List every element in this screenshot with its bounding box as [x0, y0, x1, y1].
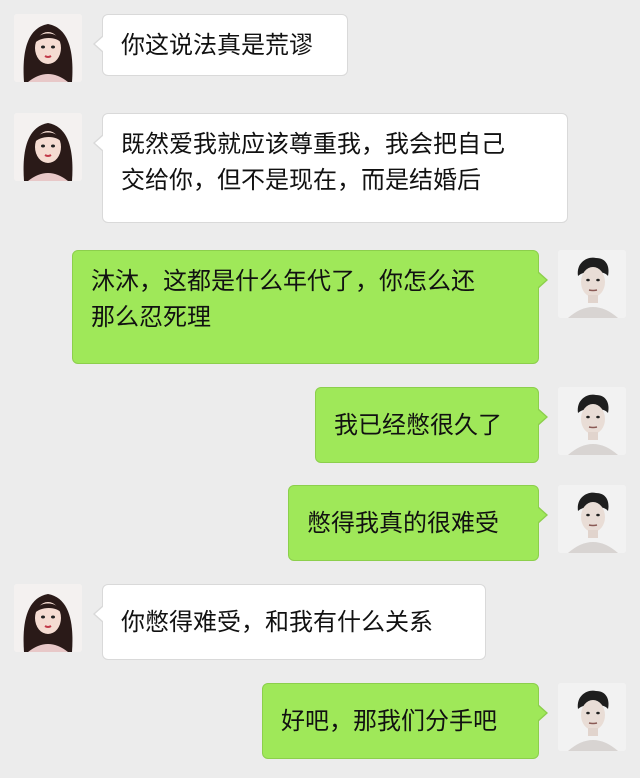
female-avatar[interactable]: [14, 584, 82, 652]
message-sent: 沐沐，这都是什么年代了，你怎么还 那么忍死理: [0, 250, 640, 364]
male-avatar[interactable]: [558, 387, 626, 455]
message-received: 既然爱我就应该尊重我，我会把自己 交给你，但不是现在，而是结婚后: [0, 113, 640, 225]
chat-area: 你这说法真是荒谬 既然爱我就应该尊重我，我会把自己 交给你，但不是现在，而是结婚…: [0, 0, 640, 778]
chat-bubble[interactable]: 你憋得难受，和我有什么关系: [93, 584, 486, 660]
message-text: 我已经憋很久了: [334, 411, 502, 439]
male-avatar[interactable]: [558, 250, 626, 318]
message-text: 你这说法真是荒谬: [121, 31, 313, 59]
message-text: 你憋得难受，和我有什么关系: [121, 608, 433, 636]
message-sent: 好吧，那我们分手吧: [0, 683, 640, 759]
message-received: 你憋得难受，和我有什么关系: [0, 584, 640, 660]
chat-bubble[interactable]: 沐沐，这都是什么年代了，你怎么还 那么忍死理: [72, 250, 548, 364]
message-text: 交给你，但不是现在，而是结婚后: [121, 166, 481, 194]
chat-bubble[interactable]: 好吧，那我们分手吧: [262, 683, 548, 759]
chat-bubble[interactable]: 你这说法真是荒谬: [93, 14, 348, 76]
male-avatar[interactable]: [558, 683, 626, 751]
message-text: 那么忍死理: [91, 303, 211, 331]
message-text: 沐沐，这都是什么年代了，你怎么还: [91, 267, 475, 295]
chat-bubble[interactable]: 憋得我真的很难受: [288, 485, 548, 561]
female-avatar[interactable]: [14, 113, 82, 181]
message-text: 憋得我真的很难受: [307, 509, 499, 537]
chat-bubble[interactable]: 既然爱我就应该尊重我，我会把自己 交给你，但不是现在，而是结婚后: [93, 113, 568, 223]
message-text: 既然爱我就应该尊重我，我会把自己: [121, 130, 505, 158]
message-received: 你这说法真是荒谬: [0, 14, 640, 84]
message-sent: 我已经憋很久了: [0, 387, 640, 463]
message-sent: 憋得我真的很难受: [0, 485, 640, 561]
message-text: 好吧，那我们分手吧: [281, 707, 497, 735]
female-avatar[interactable]: [14, 14, 82, 82]
male-avatar[interactable]: [558, 485, 626, 553]
chat-bubble[interactable]: 我已经憋很久了: [315, 387, 548, 463]
